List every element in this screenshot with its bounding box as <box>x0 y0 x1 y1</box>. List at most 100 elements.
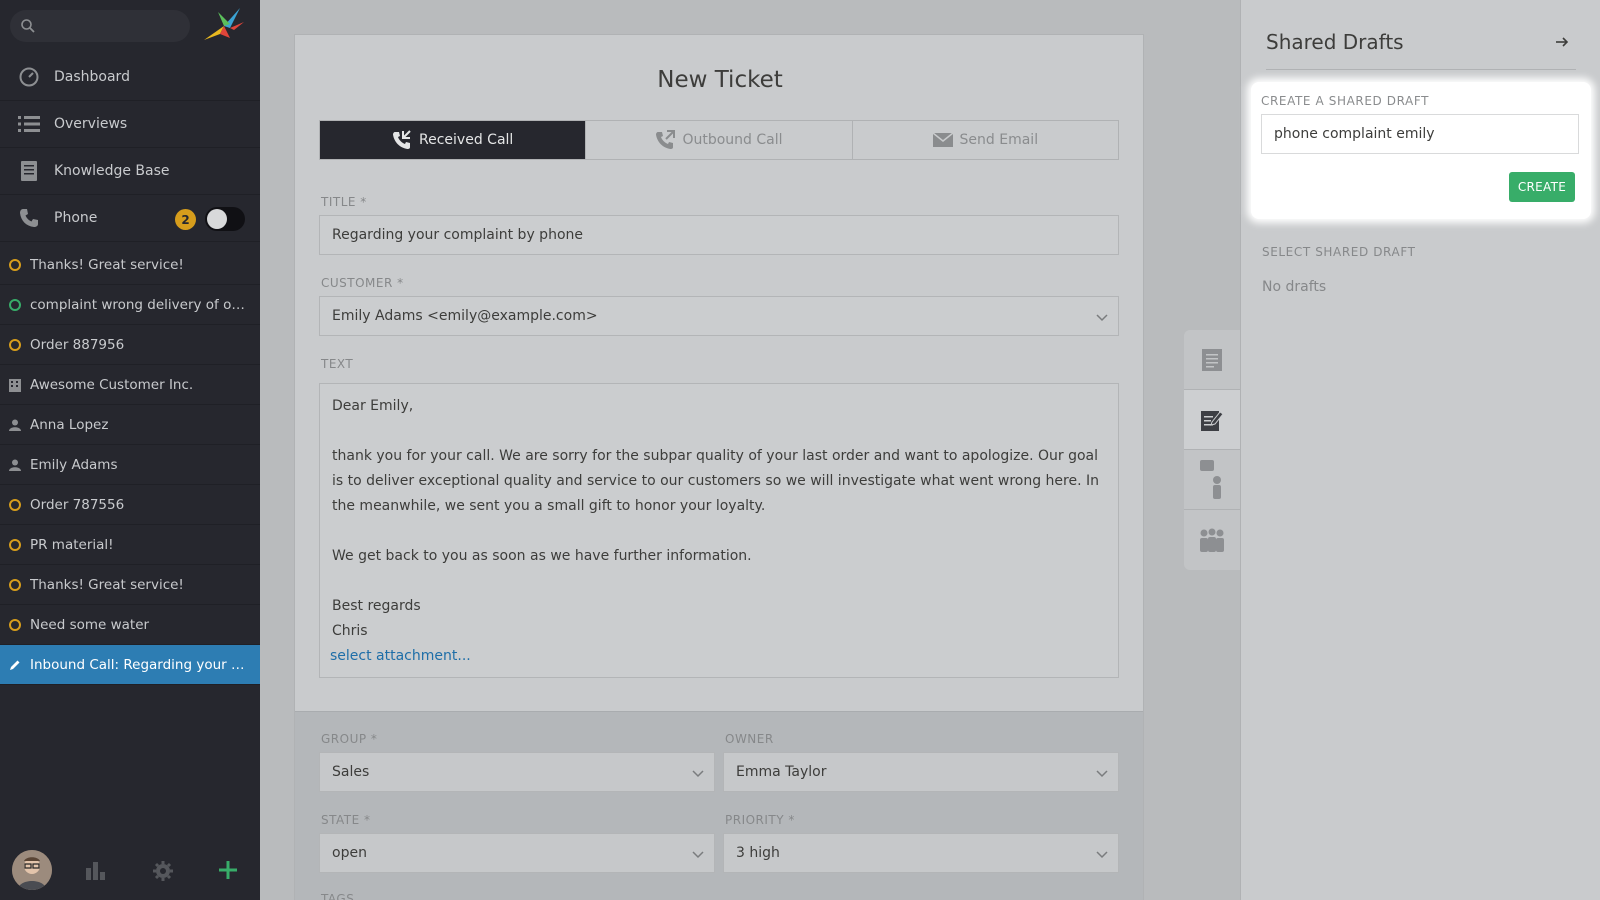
text-greeting: Dear Emily, <box>332 398 414 414</box>
tags-label: TAGS <box>321 892 355 900</box>
task-item[interactable]: Need some water <box>0 605 260 645</box>
ticket-open-icon <box>9 258 21 271</box>
task-item[interactable]: Anna Lopez <box>0 405 260 445</box>
app-logo-icon[interactable] <box>200 4 246 46</box>
dashboard-icon <box>14 66 44 88</box>
customer-select[interactable]: Emily Adams <emily@example.com> <box>319 296 1119 336</box>
task-label: Thanks! Great service! <box>30 256 184 273</box>
nav-knowledge-base-label: Knowledge Base <box>54 163 170 179</box>
search-icon <box>21 19 35 33</box>
create-draft-label: CREATE A SHARED DRAFT <box>1261 94 1430 108</box>
list-icon <box>14 113 44 135</box>
phone-icon <box>14 207 44 229</box>
group-value: Sales <box>332 764 370 780</box>
task-label: Need some water <box>30 616 150 633</box>
group-people-icon <box>1200 528 1224 552</box>
user-icon <box>9 459 21 471</box>
nav-overviews-label: Overviews <box>54 116 128 132</box>
chevron-down-icon <box>692 851 704 859</box>
priority-select[interactable]: 3 high <box>723 833 1119 873</box>
rail-customer[interactable] <box>1184 450 1240 510</box>
nav-phone[interactable]: Phone 2 <box>0 195 260 242</box>
create-button[interactable]: CREATE <box>1509 172 1575 202</box>
rail-shared-drafts[interactable] <box>1184 390 1240 450</box>
owner-value: Emma Taylor <box>736 764 827 780</box>
rail-organization[interactable] <box>1184 510 1240 570</box>
received-call-icon <box>393 130 411 149</box>
nav-knowledge-base[interactable]: Knowledge Base <box>0 148 260 195</box>
task-item[interactable]: complaint wrong delivery of ord... <box>0 285 260 325</box>
tab-outbound-call[interactable]: Outbound Call <box>586 121 853 159</box>
title-label: TITLE * <box>321 195 367 209</box>
text-label: TEXT <box>321 357 354 371</box>
select-attachment-link[interactable]: select attachment... <box>330 644 471 669</box>
phone-count-badge: 2 <box>175 209 196 230</box>
envelope-icon <box>932 133 953 147</box>
panel-title: Shared Drafts <box>1266 30 1404 54</box>
state-select[interactable]: open <box>319 833 715 873</box>
task-item[interactable]: Emily Adams <box>0 445 260 485</box>
group-label: GROUP * <box>321 732 378 746</box>
new-plus-icon[interactable] <box>218 860 238 884</box>
reports-icon[interactable] <box>86 860 106 884</box>
avatar[interactable] <box>12 850 52 890</box>
owner-label: OWNER <box>725 732 774 746</box>
shared-drafts-panel: Shared Drafts CREATE A SHARED DRAFT phon… <box>1240 0 1600 900</box>
priority-label: PRIORITY * <box>725 813 795 827</box>
draft-name-input[interactable]: phone complaint emily <box>1261 114 1579 154</box>
task-label: Thanks! Great service! <box>30 576 184 593</box>
nav-dashboard[interactable]: Dashboard <box>0 54 260 101</box>
group-select[interactable]: Sales <box>319 752 715 792</box>
task-label: PR material! <box>30 536 114 553</box>
divider <box>1266 69 1576 70</box>
book-icon <box>14 160 44 182</box>
task-label: Order 887956 <box>30 336 125 353</box>
tab-outbound-call-label: Outbound Call <box>682 132 783 148</box>
task-item[interactable]: Awesome Customer Inc. <box>0 365 260 405</box>
tab-received-call[interactable]: Received Call <box>320 121 587 159</box>
create-draft-section: CREATE A SHARED DRAFT phone complaint em… <box>1251 82 1591 219</box>
chevron-down-icon <box>1096 851 1108 859</box>
outbound-call-icon <box>656 130 676 149</box>
ticket-open-icon <box>9 338 21 351</box>
arrow-right-icon[interactable] <box>1553 33 1571 51</box>
ticket-open-icon <box>9 578 21 591</box>
sidebar-footer <box>0 840 260 900</box>
sidebar-tabs <box>1184 330 1240 570</box>
organization-icon <box>9 378 21 392</box>
tab-send-email[interactable]: Send Email <box>852 121 1118 159</box>
text-paragraph: thank you for your call. We are sorry fo… <box>332 448 1099 514</box>
task-item[interactable]: PR material! <box>0 525 260 565</box>
task-label: Inbound Call: Regarding your co... <box>30 656 245 673</box>
task-label: Order 787556 <box>30 496 125 513</box>
draft-edit-icon <box>1201 410 1223 431</box>
customer-value: Emily Adams <emily@example.com> <box>332 308 598 324</box>
select-draft-label: SELECT SHARED DRAFT <box>1262 245 1416 259</box>
chevron-down-icon <box>1096 770 1108 778</box>
owner-select[interactable]: Emma Taylor <box>723 752 1119 792</box>
rail-ticket-details[interactable] <box>1184 330 1240 390</box>
task-label: complaint wrong delivery of ord... <box>30 296 245 313</box>
customer-icon <box>1200 459 1221 499</box>
title-input[interactable]: Regarding your complaint by phone <box>319 215 1119 255</box>
text-closing: Best regards <box>332 598 421 614</box>
task-item[interactable]: Order 887956 <box>0 325 260 365</box>
task-item[interactable]: Thanks! Great service! <box>0 565 260 605</box>
nav-overviews[interactable]: Overviews <box>0 101 260 148</box>
task-item[interactable]: Order 787556 <box>0 485 260 525</box>
ticket-new-icon <box>9 298 21 311</box>
main-content: New Ticket Received Call Outbound Call S… <box>260 0 1240 900</box>
search-input[interactable] <box>10 10 190 42</box>
chevron-down-icon <box>692 770 704 778</box>
ticket-open-icon <box>9 498 21 511</box>
task-item-active[interactable]: Inbound Call: Regarding your co... <box>0 645 260 685</box>
task-label: Anna Lopez <box>30 416 109 433</box>
task-item[interactable]: Thanks! Great service! <box>0 245 260 285</box>
tab-received-call-label: Received Call <box>419 132 514 148</box>
message-textarea[interactable]: Dear Emily, thank you for your call. We … <box>319 383 1119 678</box>
state-value: open <box>332 845 367 861</box>
gear-icon[interactable] <box>152 860 174 886</box>
nav-phone-label: Phone <box>54 210 98 226</box>
document-icon <box>1202 348 1222 371</box>
phone-availability-toggle[interactable] <box>205 207 245 231</box>
